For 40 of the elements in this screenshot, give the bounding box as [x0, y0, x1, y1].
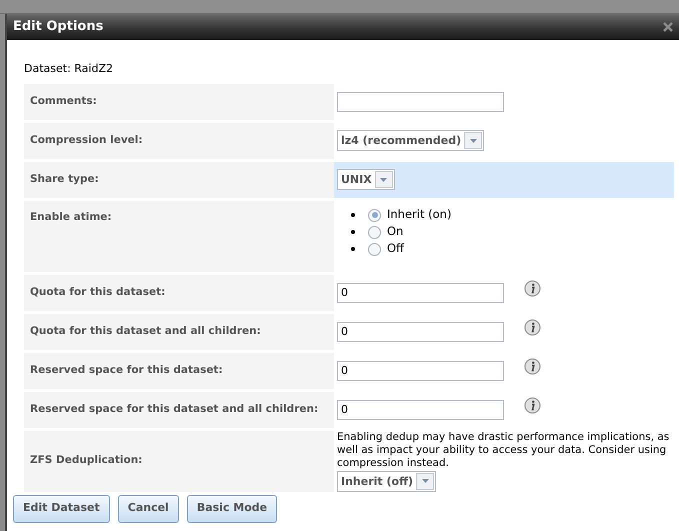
bullet-icon [351, 230, 355, 234]
close-icon[interactable] [663, 22, 673, 32]
field-label: Share type: [24, 162, 334, 198]
radio-button[interactable] [368, 226, 381, 238]
dropdown[interactable]: UNIX [337, 169, 395, 190]
input-field[interactable]: 0 [337, 400, 504, 420]
dropdown[interactable]: lz4 (recommended) [337, 130, 484, 151]
info-icon[interactable] [524, 280, 541, 297]
radio-label: On [387, 223, 404, 240]
dialog-button[interactable]: Cancel [118, 494, 179, 522]
window-title: Edit Options [13, 18, 104, 36]
radio-button[interactable] [368, 208, 381, 222]
field-label: Quota for this dataset: [24, 274, 334, 310]
field-label: Comments: [24, 84, 334, 120]
dedup-warning: Enabling dedup may have drastic performance implications, as well as impact your ability to access your data. Consider using compression instead. [337, 430, 670, 470]
bullet-icon [351, 213, 355, 217]
field-label: Quota for this dataset and all children: [24, 314, 334, 350]
input-field[interactable]: 0 [337, 360, 504, 380]
caret-icon [422, 479, 429, 483]
dropdown[interactable]: Inherit (off) [337, 470, 436, 492]
dialog-button[interactable]: Basic Mode [186, 494, 278, 522]
input-field[interactable]: 0 [337, 322, 504, 342]
radio-label: Off [387, 240, 404, 258]
dataset-label: Dataset: RaidZ2 [24, 61, 114, 77]
radio-label: Inherit (on) [387, 206, 452, 224]
caret-icon [470, 138, 477, 142]
input-field[interactable] [337, 92, 504, 112]
info-icon[interactable] [524, 319, 541, 336]
field-label: Enable atime: [24, 200, 334, 272]
input-field[interactable]: 0 [337, 282, 504, 302]
field-label: Compression level: [24, 122, 334, 158]
field-label: Reserved space for this dataset: [24, 352, 334, 388]
radio-button[interactable] [368, 242, 381, 256]
info-icon[interactable] [524, 358, 541, 375]
dialog-button[interactable]: Edit Dataset [13, 494, 110, 522]
field-label: ZFS Deduplication: [24, 430, 334, 492]
field-label: Reserved space for this dataset and all children: [24, 392, 334, 428]
info-icon[interactable] [524, 397, 541, 414]
caret-icon [380, 178, 388, 182]
bullet-icon [351, 247, 355, 251]
